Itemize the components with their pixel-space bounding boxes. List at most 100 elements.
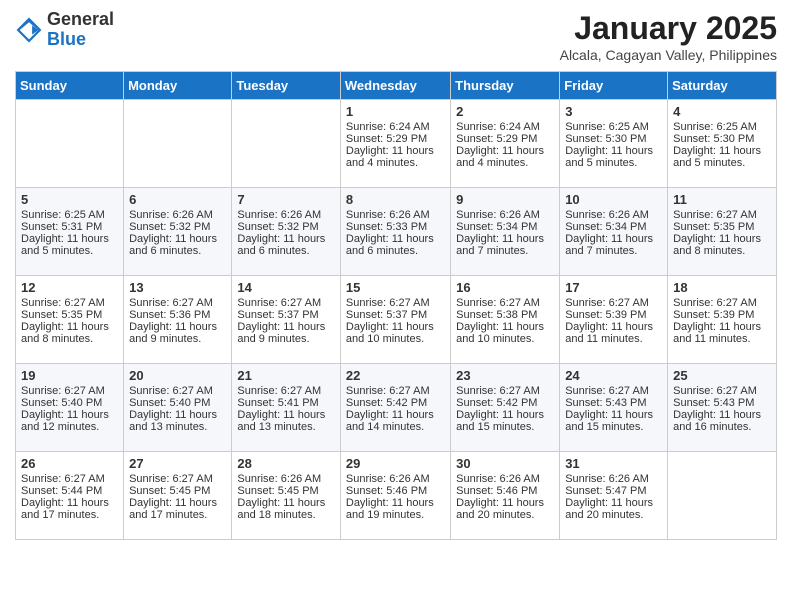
sunrise-text: Sunrise: 6:27 AM — [565, 297, 649, 309]
calendar: SundayMondayTuesdayWednesdayThursdayFrid… — [15, 71, 777, 540]
day-number: 31 — [565, 456, 662, 471]
calendar-cell — [668, 452, 777, 540]
calendar-cell: 30Sunrise: 6:26 AMSunset: 5:46 PMDayligh… — [451, 452, 560, 540]
calendar-week-row: 19Sunrise: 6:27 AMSunset: 5:40 PMDayligh… — [16, 364, 777, 452]
calendar-cell: 15Sunrise: 6:27 AMSunset: 5:37 PMDayligh… — [340, 276, 450, 364]
sunrise-text: Sunrise: 6:27 AM — [237, 297, 321, 309]
sunrise-text: Sunrise: 6:27 AM — [21, 473, 105, 485]
daylight-text: Daylight: 11 hours and 5 minutes. — [21, 233, 109, 257]
calendar-cell: 18Sunrise: 6:27 AMSunset: 5:39 PMDayligh… — [668, 276, 777, 364]
sunset-text: Sunset: 5:45 PM — [237, 485, 318, 497]
sunset-text: Sunset: 5:41 PM — [237, 397, 318, 409]
calendar-week-row: 5Sunrise: 6:25 AMSunset: 5:31 PMDaylight… — [16, 188, 777, 276]
day-number: 7 — [237, 192, 335, 207]
sunset-text: Sunset: 5:44 PM — [21, 485, 102, 497]
daylight-text: Daylight: 11 hours and 6 minutes. — [237, 233, 325, 257]
calendar-cell — [124, 100, 232, 188]
logo-blue: Blue — [47, 30, 114, 50]
sunrise-text: Sunrise: 6:27 AM — [565, 385, 649, 397]
daylight-text: Daylight: 11 hours and 13 minutes. — [237, 409, 325, 433]
sunrise-text: Sunrise: 6:26 AM — [129, 209, 213, 221]
daylight-text: Daylight: 11 hours and 20 minutes. — [565, 497, 653, 521]
daylight-text: Daylight: 11 hours and 15 minutes. — [456, 409, 544, 433]
daylight-text: Daylight: 11 hours and 11 minutes. — [565, 321, 653, 345]
day-number: 9 — [456, 192, 554, 207]
day-number: 14 — [237, 280, 335, 295]
logo: General Blue — [15, 10, 114, 50]
daylight-text: Daylight: 11 hours and 8 minutes. — [21, 321, 109, 345]
day-number: 22 — [346, 368, 445, 383]
sunset-text: Sunset: 5:45 PM — [129, 485, 210, 497]
daylight-text: Daylight: 11 hours and 4 minutes. — [456, 145, 544, 169]
daylight-text: Daylight: 11 hours and 9 minutes. — [237, 321, 325, 345]
day-number: 15 — [346, 280, 445, 295]
daylight-text: Daylight: 11 hours and 8 minutes. — [673, 233, 761, 257]
sunrise-text: Sunrise: 6:27 AM — [346, 297, 430, 309]
daylight-text: Daylight: 11 hours and 14 minutes. — [346, 409, 434, 433]
daylight-text: Daylight: 11 hours and 6 minutes. — [129, 233, 217, 257]
daylight-text: Daylight: 11 hours and 19 minutes. — [346, 497, 434, 521]
month-title: January 2025 — [560, 10, 777, 47]
sunrise-text: Sunrise: 6:27 AM — [673, 385, 757, 397]
day-header-monday: Monday — [124, 72, 232, 100]
sunrise-text: Sunrise: 6:27 AM — [673, 209, 757, 221]
calendar-cell: 14Sunrise: 6:27 AMSunset: 5:37 PMDayligh… — [232, 276, 341, 364]
sunset-text: Sunset: 5:42 PM — [456, 397, 537, 409]
calendar-cell: 16Sunrise: 6:27 AMSunset: 5:38 PMDayligh… — [451, 276, 560, 364]
day-number: 13 — [129, 280, 226, 295]
sunset-text: Sunset: 5:47 PM — [565, 485, 646, 497]
daylight-text: Daylight: 11 hours and 9 minutes. — [129, 321, 217, 345]
day-number: 26 — [21, 456, 118, 471]
day-number: 17 — [565, 280, 662, 295]
sunset-text: Sunset: 5:31 PM — [21, 221, 102, 233]
day-number: 4 — [673, 104, 771, 119]
calendar-cell — [16, 100, 124, 188]
calendar-cell: 9Sunrise: 6:26 AMSunset: 5:34 PMDaylight… — [451, 188, 560, 276]
daylight-text: Daylight: 11 hours and 7 minutes. — [565, 233, 653, 257]
daylight-text: Daylight: 11 hours and 20 minutes. — [456, 497, 544, 521]
day-header-saturday: Saturday — [668, 72, 777, 100]
calendar-cell: 10Sunrise: 6:26 AMSunset: 5:34 PMDayligh… — [560, 188, 668, 276]
daylight-text: Daylight: 11 hours and 17 minutes. — [21, 497, 109, 521]
sunrise-text: Sunrise: 6:25 AM — [565, 121, 649, 133]
day-number: 1 — [346, 104, 445, 119]
daylight-text: Daylight: 11 hours and 7 minutes. — [456, 233, 544, 257]
sunrise-text: Sunrise: 6:26 AM — [456, 473, 540, 485]
calendar-cell: 5Sunrise: 6:25 AMSunset: 5:31 PMDaylight… — [16, 188, 124, 276]
calendar-cell: 13Sunrise: 6:27 AMSunset: 5:36 PMDayligh… — [124, 276, 232, 364]
sunrise-text: Sunrise: 6:25 AM — [673, 121, 757, 133]
sunrise-text: Sunrise: 6:27 AM — [456, 297, 540, 309]
sunset-text: Sunset: 5:35 PM — [673, 221, 754, 233]
day-number: 30 — [456, 456, 554, 471]
calendar-cell: 3Sunrise: 6:25 AMSunset: 5:30 PMDaylight… — [560, 100, 668, 188]
sunrise-text: Sunrise: 6:27 AM — [346, 385, 430, 397]
sunrise-text: Sunrise: 6:27 AM — [456, 385, 540, 397]
day-number: 29 — [346, 456, 445, 471]
logo-general: General — [47, 10, 114, 30]
daylight-text: Daylight: 11 hours and 10 minutes. — [346, 321, 434, 345]
calendar-cell: 4Sunrise: 6:25 AMSunset: 5:30 PMDaylight… — [668, 100, 777, 188]
daylight-text: Daylight: 11 hours and 5 minutes. — [673, 145, 761, 169]
day-number: 28 — [237, 456, 335, 471]
calendar-cell: 23Sunrise: 6:27 AMSunset: 5:42 PMDayligh… — [451, 364, 560, 452]
sunrise-text: Sunrise: 6:27 AM — [673, 297, 757, 309]
daylight-text: Daylight: 11 hours and 16 minutes. — [673, 409, 761, 433]
calendar-week-row: 1Sunrise: 6:24 AMSunset: 5:29 PMDaylight… — [16, 100, 777, 188]
day-header-sunday: Sunday — [16, 72, 124, 100]
calendar-cell: 1Sunrise: 6:24 AMSunset: 5:29 PMDaylight… — [340, 100, 450, 188]
day-number: 27 — [129, 456, 226, 471]
calendar-cell: 31Sunrise: 6:26 AMSunset: 5:47 PMDayligh… — [560, 452, 668, 540]
sunrise-text: Sunrise: 6:27 AM — [129, 385, 213, 397]
page-header: General Blue January 2025 Alcala, Cagaya… — [15, 10, 777, 63]
calendar-week-row: 26Sunrise: 6:27 AMSunset: 5:44 PMDayligh… — [16, 452, 777, 540]
day-number: 21 — [237, 368, 335, 383]
sunset-text: Sunset: 5:35 PM — [21, 309, 102, 321]
sunset-text: Sunset: 5:30 PM — [565, 133, 646, 145]
calendar-cell: 25Sunrise: 6:27 AMSunset: 5:43 PMDayligh… — [668, 364, 777, 452]
day-number: 25 — [673, 368, 771, 383]
daylight-text: Daylight: 11 hours and 17 minutes. — [129, 497, 217, 521]
sunset-text: Sunset: 5:34 PM — [565, 221, 646, 233]
calendar-cell: 12Sunrise: 6:27 AMSunset: 5:35 PMDayligh… — [16, 276, 124, 364]
daylight-text: Daylight: 11 hours and 5 minutes. — [565, 145, 653, 169]
daylight-text: Daylight: 11 hours and 12 minutes. — [21, 409, 109, 433]
